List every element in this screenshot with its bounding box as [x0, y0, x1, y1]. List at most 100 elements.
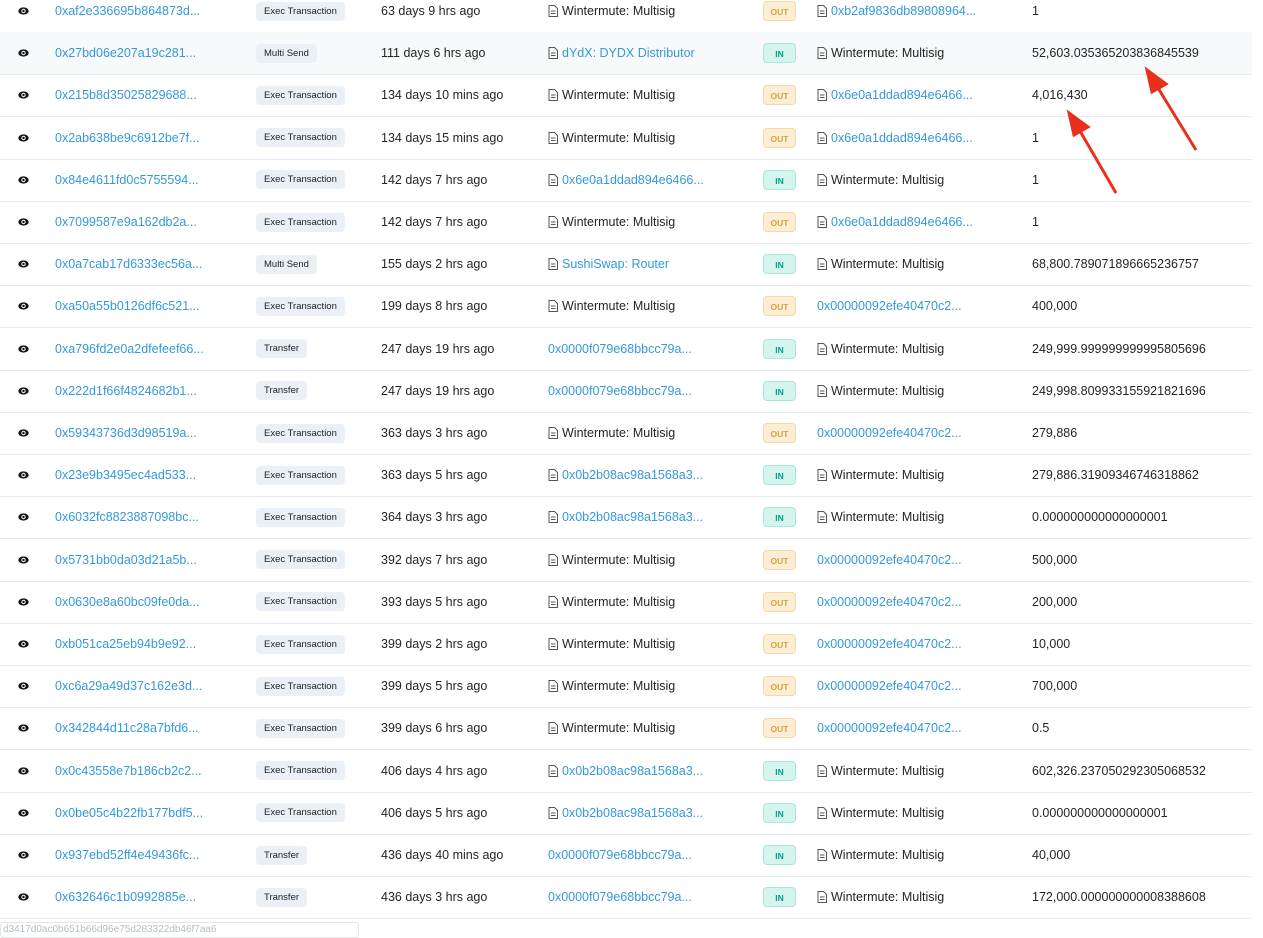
txn-hash-link[interactable]: 0x0630e8a60bc09fe0da... [55, 595, 200, 609]
eye-icon[interactable] [16, 665, 30, 707]
value-text: 1 [1032, 130, 1039, 145]
to-address[interactable]: 0x6e0a1ddad894e6466... [831, 131, 973, 145]
to-address[interactable]: 0x00000092efe40470c2... [817, 637, 962, 651]
to-address[interactable]: 0x00000092efe40470c2... [817, 553, 962, 567]
eye-icon[interactable] [16, 707, 30, 749]
eye-icon[interactable] [16, 285, 30, 327]
method-badge: Exec Transaction [256, 803, 345, 823]
contract-document-icon [548, 638, 558, 650]
eye-icon[interactable] [16, 539, 30, 581]
from-address[interactable]: 0x0b2b08ac98a1568a3... [562, 468, 703, 482]
to-address: Wintermute: Multisig [831, 468, 945, 483]
txn-hash-link[interactable]: 0xaf2e336695b864873d... [55, 4, 200, 18]
txn-hash-link[interactable]: 0x937ebd52ff4e49436fc... [55, 848, 199, 862]
eye-icon[interactable] [16, 581, 30, 623]
txn-hash-link[interactable]: 0xc6a29a49d37c162e3d... [55, 679, 202, 693]
to-address[interactable]: 0x00000092efe40470c2... [817, 679, 962, 693]
table-row: 0x5731bb0da03d21a5b... Exec Transaction 39… [0, 539, 1252, 582]
direction-badge: IN [763, 802, 796, 823]
txn-hash-link[interactable]: 0x0be05c4b22fb177bdf5... [55, 806, 203, 820]
txn-hash-link[interactable]: 0xa50a55b0126df6c521... [55, 299, 200, 313]
to-address[interactable]: 0x00000092efe40470c2... [817, 299, 962, 313]
txn-hash-link[interactable]: 0x215b8d35025829688... [55, 88, 197, 102]
table-row: 0x215b8d35025829688... Exec Transaction 13… [0, 74, 1252, 118]
eye-icon[interactable] [16, 117, 30, 159]
eye-icon[interactable] [16, 32, 30, 74]
value-text: 10,000 [1032, 637, 1071, 651]
to-address[interactable]: 0x00000092efe40470c2... [817, 426, 962, 440]
txn-hash-link[interactable]: 0x222d1f66f4824682b1... [55, 384, 197, 398]
txn-hash-link[interactable]: 0x2ab638be9c6912be7f... [55, 131, 200, 145]
age-text: 406 days 4 hrs ago [381, 763, 488, 778]
from-address[interactable]: 0x6e0a1ddad894e6466... [562, 173, 704, 187]
eye-icon[interactable] [16, 876, 30, 918]
contract-document-icon [548, 131, 558, 144]
table-row: 0x0630e8a60bc09fe0da... Exec Transaction 3… [0, 581, 1252, 624]
direction-badge: OUT [763, 591, 796, 612]
table-row: 0x59343736d3d98519a... Exec Transaction 36… [0, 412, 1252, 455]
table-row: 0x222d1f66f4824682b1... Transfer 247 days … [0, 370, 1252, 413]
txn-hash-link[interactable]: 0x27bd06e207a19c281... [55, 46, 196, 60]
eye-icon[interactable] [16, 328, 30, 370]
txn-hash-link[interactable]: 0xa796fd2e0a2dfefeef66... [55, 342, 204, 356]
direction-badge: IN [763, 760, 796, 781]
direction-badge: IN [763, 465, 796, 486]
from-address[interactable]: 0x0000f079e68bbcc79a... [548, 384, 692, 398]
txn-hash-link[interactable]: 0xb051ca25eb94b9e92... [55, 637, 196, 651]
eye-icon[interactable] [16, 0, 30, 32]
eye-icon[interactable] [16, 412, 30, 454]
from-address[interactable]: 0x0b2b08ac98a1568a3... [562, 510, 703, 524]
eye-icon[interactable] [16, 792, 30, 834]
contract-document-icon [548, 89, 558, 102]
txn-hash-link[interactable]: 0x6032fc8823887098bc... [55, 510, 199, 524]
txn-hash-link[interactable]: 0x5731bb0da03d21a5b... [55, 553, 197, 567]
from-address[interactable]: 0x0000f079e68bbcc79a... [548, 848, 692, 862]
txn-hash-link[interactable]: 0x632646c1b0992885e... [55, 890, 196, 904]
from-address[interactable]: 0x0000f079e68bbcc79a... [548, 342, 692, 356]
txn-hash-link[interactable]: 0x0a7cab17d6333ec56a... [55, 257, 202, 271]
to-address: Wintermute: Multisig [831, 341, 945, 356]
to-address: Wintermute: Multisig [831, 172, 945, 187]
table-row: 0x632646c1b0992885e... Transfer 436 days 3… [0, 876, 1252, 920]
contract-document-icon [817, 5, 827, 17]
eye-icon[interactable] [16, 496, 30, 538]
table-row: 0x937ebd52ff4e49436fc... Transfer 436 days… [0, 834, 1252, 877]
txn-hash-link[interactable]: 0x7099587e9a162db2a... [55, 215, 197, 229]
to-address[interactable]: 0xb2af9836db89808964... [831, 4, 976, 18]
age-text: 247 days 19 hrs ago [381, 383, 495, 398]
from-address[interactable]: 0x0000f079e68bbcc79a... [548, 890, 692, 904]
to-address[interactable]: 0x00000092efe40470c2... [817, 595, 962, 609]
eye-icon[interactable] [16, 623, 30, 665]
txn-hash-link[interactable]: 0x0c43558e7b186cb2c2... [55, 764, 202, 778]
to-address[interactable]: 0x6e0a1ddad894e6466... [831, 215, 973, 229]
txn-hash-link[interactable]: 0x59343736d3d98519a... [55, 426, 197, 440]
from-address[interactable]: dYdX: DYDX Distributor [562, 46, 695, 60]
direction-badge: OUT [763, 718, 796, 739]
table-row: 0x23e9b3495ec4ad533... Exec Transaction 36… [0, 454, 1252, 498]
eye-icon[interactable] [16, 370, 30, 412]
txn-hash-link[interactable]: 0x84e4611fd0c5755594... [55, 173, 199, 187]
eye-icon[interactable] [16, 74, 30, 116]
value-text: 0.000000000000000001 [1032, 805, 1168, 820]
eye-icon[interactable] [16, 201, 30, 243]
to-address[interactable]: 0x00000092efe40470c2... [817, 721, 962, 735]
age-text: 363 days 3 hrs ago [381, 426, 488, 440]
eye-icon[interactable] [16, 159, 30, 201]
eye-icon[interactable] [16, 243, 30, 285]
from-address[interactable]: 0x0b2b08ac98a1568a3... [562, 806, 703, 820]
age-text: 406 days 5 hrs ago [381, 805, 488, 820]
value-text: 1 [1032, 4, 1039, 18]
from-address: Wintermute: Multisig [562, 88, 676, 103]
eye-icon[interactable] [16, 834, 30, 876]
from-address[interactable]: SushiSwap: Router [562, 257, 669, 271]
direction-badge: IN [763, 43, 796, 64]
eye-icon[interactable] [16, 750, 30, 792]
age-text: 436 days 40 mins ago [381, 848, 504, 862]
txn-hash-link[interactable]: 0x23e9b3495ec4ad533... [55, 468, 196, 482]
txn-hash-link[interactable]: 0x342844d11c28a7bfd6... [55, 721, 199, 735]
eye-icon[interactable] [16, 454, 30, 496]
from-address[interactable]: 0x0b2b08ac98a1568a3... [562, 764, 703, 778]
contract-document-icon [817, 173, 827, 186]
method-badge: Exec Transaction [256, 550, 345, 570]
to-address[interactable]: 0x6e0a1ddad894e6466... [831, 88, 973, 102]
